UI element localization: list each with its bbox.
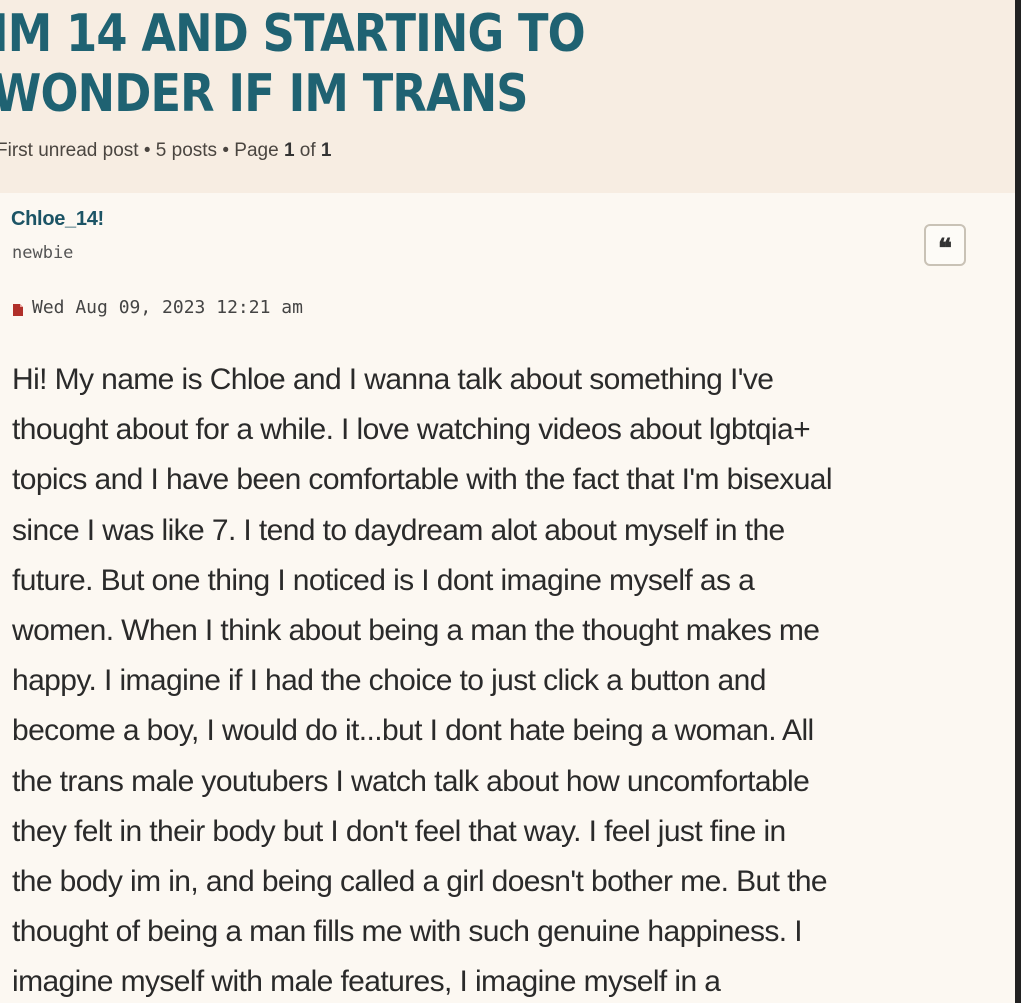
topic-title-line-1[interactable]: IM 14 AND STARTING TO	[0, 4, 586, 64]
first-unread-link[interactable]: First unread post	[0, 140, 139, 161]
post-count: 5 posts	[155, 140, 218, 161]
meta-separator: •	[138, 140, 156, 161]
forum-page: IM 14 AND STARTING TO WONDER IF IM TRANS…	[0, 0, 1015, 1003]
post-timestamp: Wed Aug 09, 2023 12:21 am	[32, 297, 303, 318]
current-page: 1	[283, 140, 295, 161]
topic-header: IM 14 AND STARTING TO WONDER IF IM TRANS…	[0, 0, 1015, 193]
window-edge	[1015, 0, 1021, 1003]
quote-button[interactable]: ❝	[924, 224, 966, 266]
post-body: Hi! My name is Chloe and I wanna talk ab…	[12, 363, 833, 999]
topic-title-line-2[interactable]: WONDER IF IM TRANS	[0, 64, 528, 124]
total-pages: 1	[320, 140, 332, 161]
pagination-mid: of	[294, 140, 321, 161]
author-rank: newbie	[12, 243, 74, 263]
meta-separator: •	[217, 140, 235, 161]
pagination-prefix: Page	[234, 140, 284, 161]
post-timestamp-row: Wed Aug 09, 2023 12:21 am	[12, 297, 303, 318]
topic-title[interactable]: IM 14 AND STARTING TO WONDER IF IM TRANS	[0, 4, 852, 124]
post-author[interactable]: Chloe_14!	[11, 208, 104, 231]
post-file-icon[interactable]	[12, 301, 24, 316]
quote-icon: ❝	[938, 234, 952, 264]
topic-meta: First unread post • 5 posts • Page 1 of …	[0, 140, 332, 162]
post: Chloe_14! newbie ❝ Wed Aug 09, 2023 12:2…	[0, 193, 1015, 1003]
